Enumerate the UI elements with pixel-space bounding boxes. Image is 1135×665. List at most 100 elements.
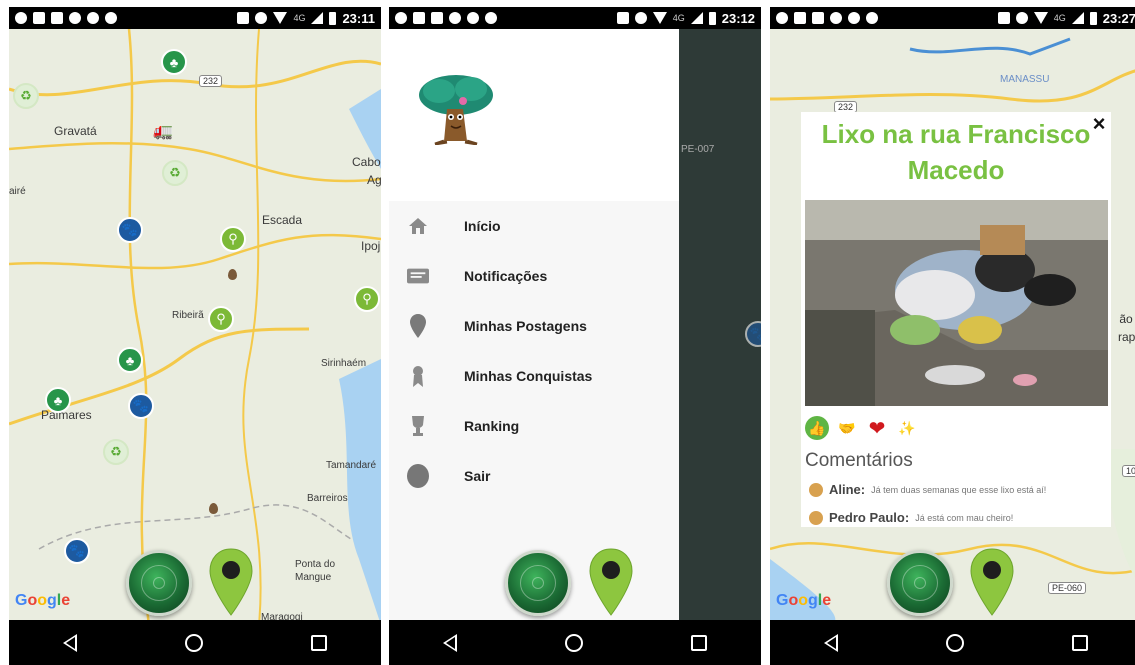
android-icon	[485, 12, 497, 24]
map-label-sirinhaem: Sirinhaém	[321, 358, 367, 369]
square-icon	[413, 12, 425, 24]
phone-detail-screen: 4G 23:27 MANASSU 232 ão c rape 10 PE-060	[770, 7, 1135, 665]
wifi-icon	[273, 12, 288, 24]
vibrate-icon	[997, 12, 1010, 24]
battery-icon	[329, 11, 337, 25]
battery-icon	[708, 11, 716, 25]
back-button[interactable]	[63, 633, 77, 652]
menu-item-sair[interactable]: Sair	[389, 451, 679, 501]
garbage-photo	[805, 200, 1108, 406]
map-label-tamandare: Tamandaré	[326, 460, 377, 471]
dimmed-map[interactable]: PE-007 🐾	[679, 29, 761, 620]
recents-button[interactable]	[691, 634, 707, 651]
add-post-pin-button[interactable]	[208, 547, 254, 617]
add-post-pin-button[interactable]	[969, 547, 1015, 617]
faucet-marker[interactable]: ⚲	[220, 226, 246, 252]
usb-icon	[87, 12, 99, 24]
square-icon	[794, 12, 806, 24]
ribbon-icon	[407, 365, 429, 387]
home-icon	[407, 215, 429, 237]
menu-item-ranking[interactable]: Ranking	[389, 401, 679, 451]
circle-icon	[407, 464, 429, 488]
android-icon	[105, 12, 117, 24]
like-icon[interactable]: 👍	[805, 416, 829, 440]
paw-marker[interactable]: 🐾	[64, 538, 90, 564]
back-button[interactable]	[443, 633, 457, 652]
comment-author: Aline:	[829, 482, 866, 497]
recycle-marker[interactable]: ♻	[162, 160, 188, 186]
home-button[interactable]	[565, 633, 583, 652]
menu-item-inicio[interactable]: Início	[389, 201, 679, 251]
radar-button[interactable]	[126, 550, 192, 616]
data-icon	[449, 12, 461, 24]
menu-item-minhas-conquistas[interactable]: Minhas Conquistas	[389, 351, 679, 401]
usb-icon	[848, 12, 860, 24]
map-label-manassu: MANASSU	[1000, 74, 1050, 85]
reactions-bar: 👍 🤝 ❤ ✨	[805, 416, 919, 440]
data-icon	[69, 12, 81, 24]
recents-button[interactable]	[1072, 634, 1088, 651]
recycle-marker[interactable]: ♻	[13, 83, 39, 109]
garbage-truck-marker[interactable]: 🚛	[153, 121, 173, 141]
oil-drop-marker[interactable]	[228, 269, 237, 280]
tree-marker[interactable]: ♣	[117, 347, 143, 373]
home-button[interactable]	[946, 633, 964, 652]
whatsapp-icon	[395, 12, 407, 24]
network-type: 4G	[672, 13, 685, 23]
image-icon	[812, 12, 824, 24]
map-label-gravata: Gravatá	[54, 124, 97, 138]
home-button[interactable]	[185, 633, 203, 652]
back-button[interactable]	[824, 633, 838, 652]
paw-marker[interactable]: 🐾	[117, 217, 143, 243]
tree-marker[interactable]: ♣	[45, 387, 71, 413]
comment-item: Pedro Paulo: Já está com mau cheiro!	[809, 510, 1013, 525]
status-time: 23:12	[721, 10, 755, 26]
road-shield-10: 10	[1122, 465, 1135, 477]
handshake-icon[interactable]: 🤝	[835, 416, 859, 440]
status-bar: 4G 23:27	[770, 7, 1135, 29]
map-label-mangue: Mangue	[295, 572, 332, 583]
wifi-icon	[1033, 12, 1048, 24]
paw-marker[interactable]: 🐾	[128, 393, 154, 419]
comment-author: Pedro Paulo:	[829, 510, 910, 525]
status-time: 23:11	[342, 10, 375, 26]
map-label-ribeira: Ribeirã	[172, 310, 204, 321]
paw-marker: 🐾	[745, 321, 761, 347]
faucet-marker[interactable]: ⚲	[208, 306, 234, 332]
radar-button[interactable]	[505, 550, 571, 616]
map-road-label: PE-007	[681, 144, 715, 155]
add-post-pin-button[interactable]	[588, 547, 634, 617]
menu-label: Ranking	[464, 418, 520, 434]
map-label-maragogi: Maragogi	[261, 612, 303, 620]
avatar-icon	[809, 510, 823, 525]
menu-label: Minhas Conquistas	[464, 368, 593, 384]
vibrate-icon	[237, 12, 250, 24]
map-view[interactable]: Gravatá Cabo Ag Escada Ipoj Ribeirã Siri…	[9, 29, 381, 620]
signal-icon	[690, 12, 703, 24]
recycle-marker[interactable]: ♻	[103, 439, 129, 465]
whatsapp-icon	[15, 12, 27, 24]
comments-heading: Comentários	[805, 450, 913, 471]
status-bar: 4G 23:11	[9, 7, 381, 29]
confetti-icon[interactable]: ✨	[895, 416, 919, 440]
alarm-icon	[255, 12, 268, 24]
comment-item: Aline: Já tem duas semanas que esse lixo…	[809, 482, 1046, 497]
menu-item-notificacoes[interactable]: Notificações	[389, 251, 679, 301]
alarm-icon	[1015, 12, 1028, 24]
radar-button[interactable]	[887, 550, 953, 616]
navigation-drawer: Início Notificações Minhas Postagens Min…	[389, 29, 679, 620]
heart-icon[interactable]: ❤	[865, 416, 889, 440]
close-button[interactable]: ×	[1087, 112, 1111, 136]
menu-label: Minhas Postagens	[464, 318, 587, 334]
data-icon	[830, 12, 842, 24]
network-type: 4G	[1053, 13, 1066, 23]
message-icon	[407, 265, 429, 287]
android-icon	[866, 12, 878, 24]
menu-item-minhas-postagens[interactable]: Minhas Postagens	[389, 301, 679, 351]
tree-marker[interactable]: ♣	[161, 49, 187, 75]
map-label-ponta-do: Ponta do	[295, 559, 336, 570]
recents-button[interactable]	[311, 634, 327, 651]
oil-drop-marker[interactable]	[209, 503, 218, 514]
faucet-marker[interactable]: ⚲	[354, 286, 380, 312]
map-label-aire: airé	[9, 186, 26, 197]
